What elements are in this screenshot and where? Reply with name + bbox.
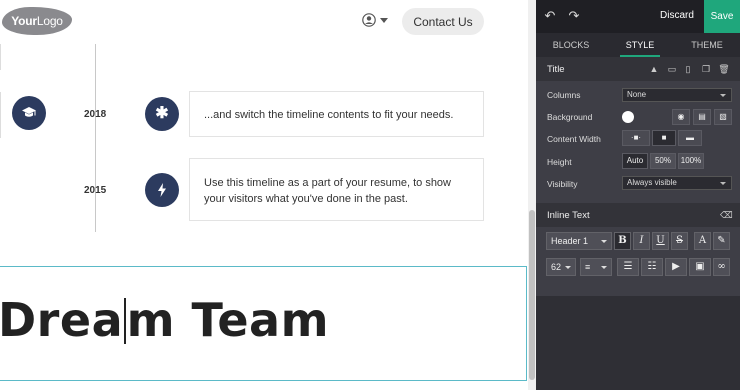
brush-icon[interactable]: ✎ (713, 232, 730, 250)
strikethrough-button[interactable]: S (671, 232, 688, 250)
section-title: Title (547, 64, 565, 75)
timeline-card[interactable]: ...and switch the timeline contents to f… (189, 91, 484, 137)
trash-icon[interactable]: 🗑 (718, 63, 730, 75)
link-icon[interactable]: ∞ (713, 258, 730, 276)
height-auto-button[interactable]: Auto (622, 153, 648, 169)
contact-us-button[interactable]: Contact Us (402, 8, 484, 35)
image-icon[interactable]: ▧ (714, 109, 732, 125)
redo-icon[interactable]: ↷ (566, 8, 582, 24)
visibility-label: Visibility (547, 179, 578, 189)
content-width-label: Content Width (547, 134, 601, 144)
width-regular-icon[interactable]: ■ (652, 130, 676, 146)
divider (0, 44, 1, 70)
graduation-cap-icon (12, 96, 46, 130)
film-icon[interactable]: ▤ (693, 109, 711, 125)
panel-empty-area (536, 296, 740, 390)
tab-blocks[interactable]: BLOCKS (536, 33, 606, 57)
selected-title-block[interactable]: Dream Team (0, 266, 527, 381)
inline-text-section-header: Inline Text ⌫ (536, 203, 740, 227)
site-header: YourLogo Contact Us (0, 0, 528, 44)
font-color-button[interactable]: A (694, 232, 711, 250)
undo-icon[interactable]: ↶ (542, 8, 558, 24)
logo-rest-text: Logo (36, 14, 63, 28)
visibility-select[interactable]: Always visible (622, 176, 732, 190)
height-100-button[interactable]: 100% (678, 153, 704, 169)
page-title[interactable]: Dream Team (0, 293, 329, 347)
title-text-end: m Team (126, 293, 329, 347)
title-section-header: Title ▲ ▭ ▯ ❐ 🗑 (536, 57, 740, 81)
timeline-year: 2018 (84, 109, 107, 120)
asterisk-glyph: ✱ (155, 105, 169, 122)
timeline-card-text: Use this timeline as a part of your resu… (204, 177, 451, 205)
lightning-glyph (158, 183, 166, 197)
title-text-start: Drea (0, 293, 124, 347)
page-scrollbar[interactable] (528, 0, 536, 390)
section-title: Inline Text (547, 210, 590, 221)
height-50-button[interactable]: 50% (650, 153, 676, 169)
align-select[interactable]: ≡ (580, 258, 612, 276)
width-narrow-icon[interactable]: ·■· (622, 130, 650, 146)
bold-button[interactable]: B (614, 232, 631, 250)
width-full-icon[interactable]: ▬ (678, 130, 702, 146)
numbered-list-icon[interactable]: ☷ (641, 258, 663, 276)
user-menu[interactable] (362, 12, 390, 30)
bullet-list-icon[interactable]: ☰ (617, 258, 639, 276)
duplicate-icon[interactable]: ❐ (700, 63, 712, 75)
tab-theme[interactable]: THEME (682, 33, 732, 57)
lightning-bolt-icon (145, 173, 179, 207)
mobile-icon[interactable]: ▯ (682, 63, 694, 75)
timeline-year: 2015 (84, 185, 107, 196)
editor-panel: ↶ ↷ Discard Save BLOCKS STYLE THEME Titl… (536, 0, 740, 390)
panel-header: ↶ ↷ Discard Save (536, 0, 740, 33)
italic-button[interactable]: I (633, 232, 650, 250)
height-label: Height (547, 157, 572, 167)
camera-icon[interactable]: ◉ (672, 109, 690, 125)
background-label: Background (547, 112, 593, 122)
eraser-icon[interactable]: ⌫ (720, 209, 733, 221)
text-cursor (124, 298, 126, 344)
chevron-down-icon (380, 18, 388, 23)
media-icon[interactable]: ▣ (689, 258, 711, 276)
scrollbar-thumb[interactable] (529, 210, 535, 380)
site-logo[interactable]: YourLogo (2, 7, 72, 35)
asterisk-icon: ✱ (145, 97, 179, 131)
timeline-card[interactable]: Use this timeline as a part of your resu… (189, 158, 484, 221)
divider (0, 92, 1, 138)
discard-button[interactable]: Discard (660, 10, 694, 21)
play-icon[interactable]: ▶ (665, 258, 687, 276)
underline-button[interactable]: U (652, 232, 669, 250)
columns-select[interactable]: None (622, 88, 732, 102)
page-canvas: YourLogo Contact Us 2018 ✱ ...and switch… (0, 0, 528, 390)
graduation-cap-glyph (22, 107, 36, 117)
background-color-swatch[interactable] (622, 111, 634, 123)
save-button[interactable]: Save (704, 0, 740, 33)
tab-style[interactable]: STYLE (620, 33, 660, 57)
user-circle-icon (362, 13, 376, 27)
timeline-line (95, 44, 96, 232)
desktop-icon[interactable]: ▭ (666, 63, 678, 75)
columns-label: Columns (547, 90, 581, 100)
heading-select[interactable]: Header 1 (546, 232, 612, 250)
paint-bucket-icon[interactable]: ▲ (648, 63, 660, 75)
font-size-select[interactable]: 62 (546, 258, 576, 276)
logo-bold-text: Your (11, 14, 37, 28)
panel-tabs: BLOCKS STYLE THEME (536, 33, 740, 57)
timeline-card-text: ...and switch the timeline contents to f… (204, 109, 454, 121)
